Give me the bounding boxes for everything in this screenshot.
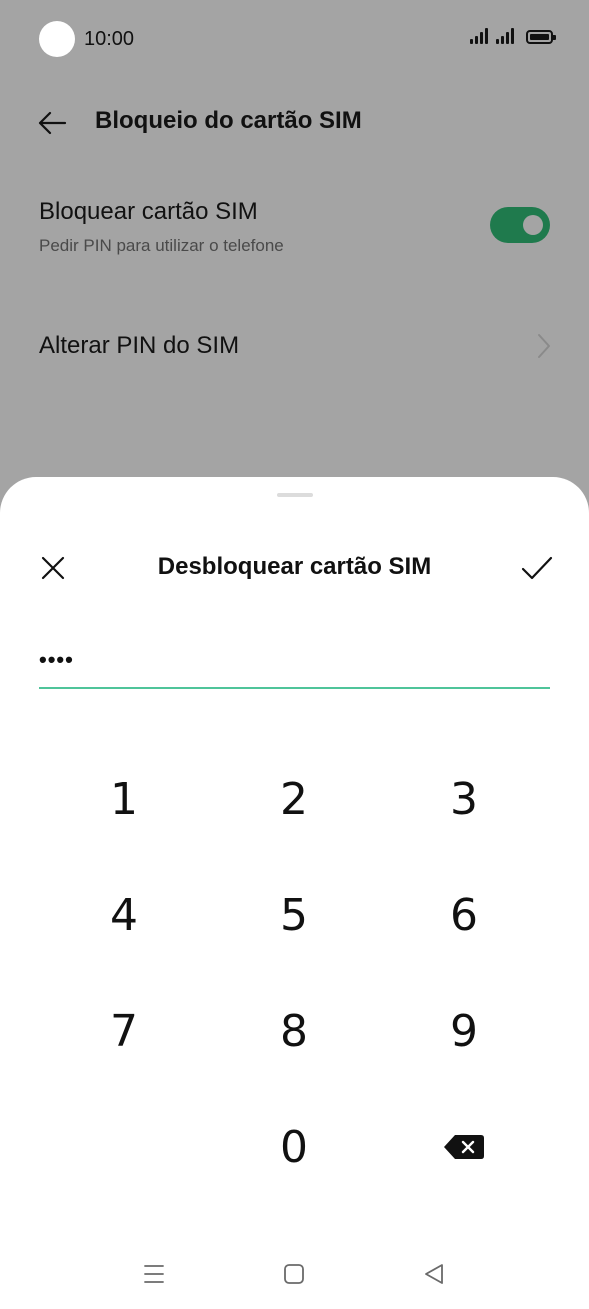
lock-sim-toggle[interactable] <box>490 207 550 243</box>
home-button[interactable] <box>274 1258 314 1290</box>
keypad-key-0[interactable]: 0 <box>219 1102 369 1192</box>
home-icon <box>284 1264 304 1284</box>
checkmark-icon <box>521 556 553 580</box>
change-sim-pin-row[interactable]: Alterar PIN do SIM <box>0 315 589 377</box>
lock-sim-description: Pedir PIN para utilizar o telefone <box>39 236 284 255</box>
chevron-right-icon <box>538 334 550 358</box>
front-camera-cutout <box>39 21 75 57</box>
change-sim-pin-label: Alterar PIN do SIM <box>39 332 240 359</box>
system-navigation-bar <box>0 1240 589 1309</box>
battery-icon <box>526 30 556 44</box>
backspace-button[interactable] <box>389 1102 539 1192</box>
recent-apps-button[interactable] <box>134 1258 174 1290</box>
status-icons <box>470 28 556 44</box>
backspace-icon <box>444 1135 484 1159</box>
keypad-key-4[interactable]: 4 <box>49 870 199 960</box>
page-title: Bloqueio do cartão SIM <box>95 107 362 134</box>
toggle-knob <box>523 215 543 235</box>
keypad-key-1[interactable]: 1 <box>49 754 199 844</box>
sheet-drag-handle[interactable] <box>277 493 313 497</box>
app-header: Bloqueio do cartão SIM <box>0 95 589 151</box>
arrow-left-icon <box>38 111 67 135</box>
unlock-sim-sheet: Desbloquear cartão SIM •••• 1 2 3 4 5 6 … <box>0 477 589 1309</box>
back-triangle-icon <box>425 1264 443 1284</box>
signal-strength-icon <box>496 28 514 44</box>
signal-strength-icon <box>470 28 488 44</box>
menu-icon <box>144 1265 164 1283</box>
system-back-button[interactable] <box>414 1258 454 1290</box>
pin-input-field[interactable]: •••• <box>39 637 550 689</box>
status-bar: 10:00 <box>0 0 589 80</box>
lock-sim-setting-row[interactable]: Bloquear cartão SIM Pedir PIN para utili… <box>0 190 589 280</box>
keypad-key-6[interactable]: 6 <box>389 870 539 960</box>
back-button[interactable] <box>32 105 72 141</box>
sheet-title: Desbloquear cartão SIM <box>157 553 432 580</box>
keypad-key-5[interactable]: 5 <box>219 870 369 960</box>
keypad-key-9[interactable]: 9 <box>389 986 539 1076</box>
status-time: 10:00 <box>84 28 135 50</box>
keypad-key-3[interactable]: 3 <box>389 754 539 844</box>
pin-input-value: •••• <box>39 647 74 672</box>
keypad-key-7[interactable]: 7 <box>49 986 199 1076</box>
screen: 10:00 Bloqueio do cartão SIM Bloquear ca… <box>0 0 589 1309</box>
sheet-header: Desbloquear cartão SIM <box>0 547 589 589</box>
keypad-key-2[interactable]: 2 <box>219 754 369 844</box>
lock-sim-label: Bloquear cartão SIM <box>39 198 258 225</box>
confirm-button[interactable] <box>518 551 556 585</box>
keypad-key-8[interactable]: 8 <box>219 986 369 1076</box>
